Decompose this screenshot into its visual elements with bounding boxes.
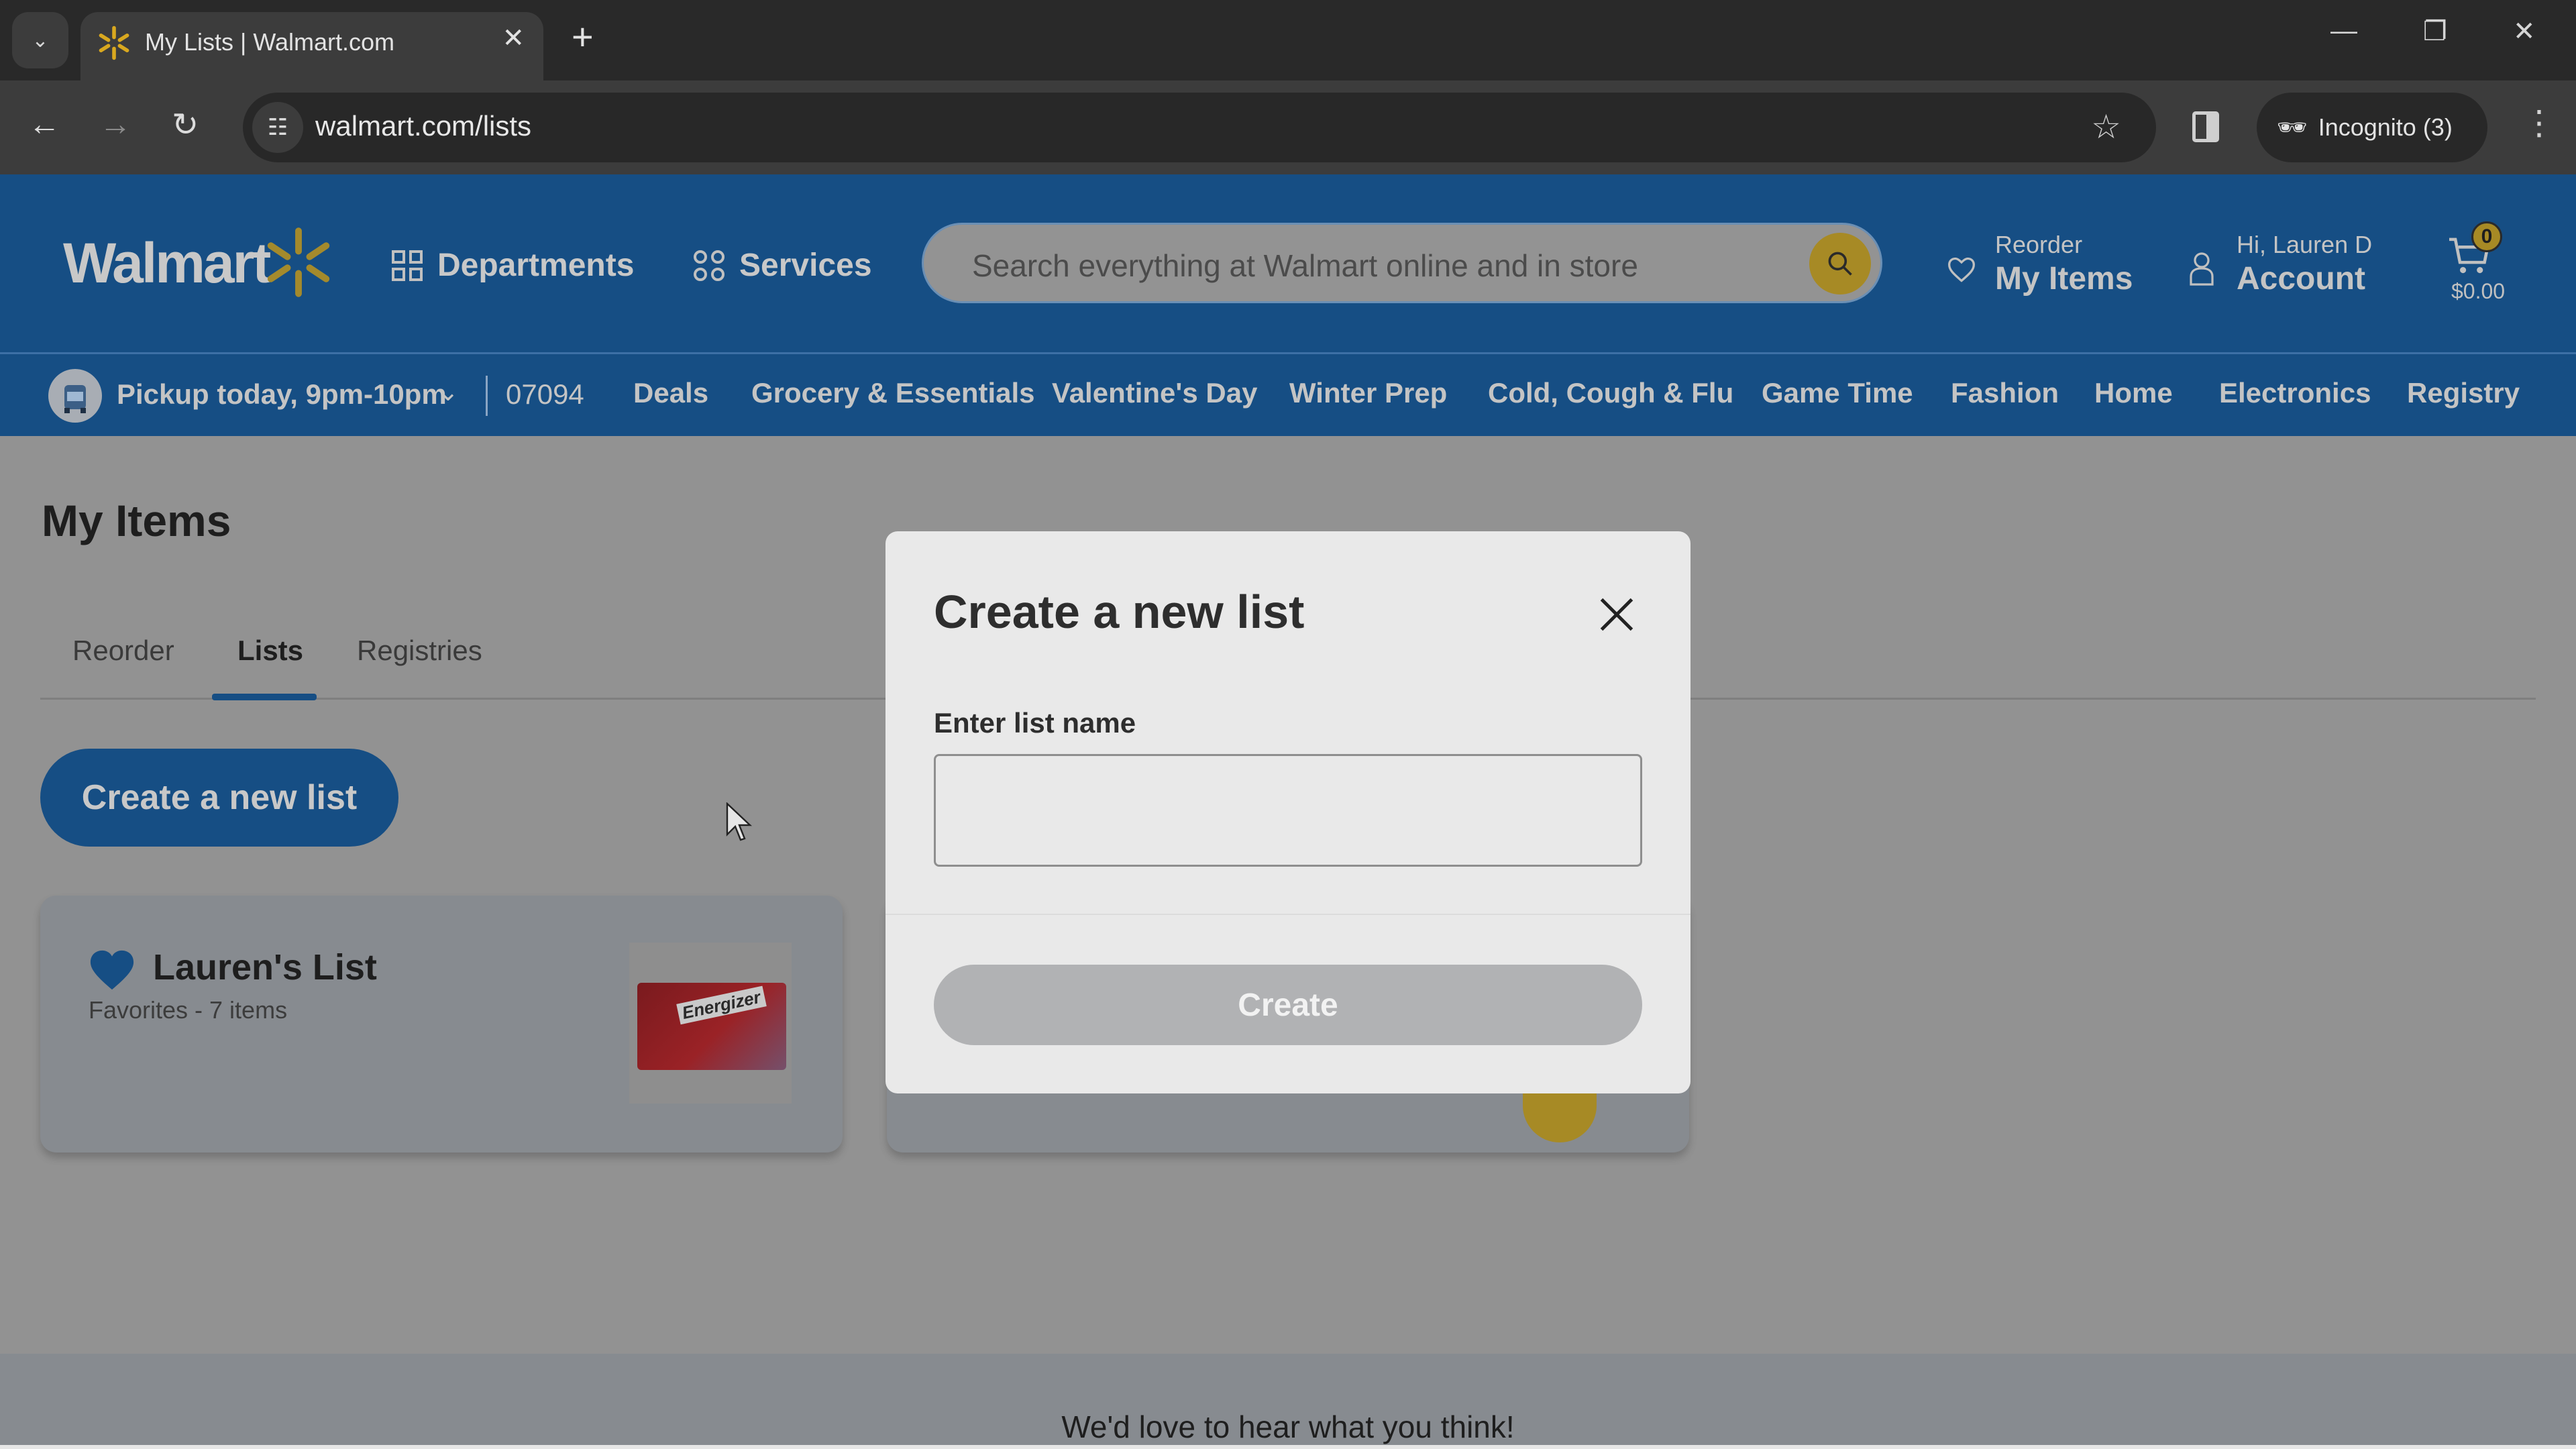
tab-reorder[interactable]: Reorder — [72, 635, 174, 667]
new-tab-button[interactable]: + — [572, 15, 594, 58]
search-bar[interactable]: Search everything at Walmart online and … — [922, 223, 1882, 303]
subnav-deals[interactable]: Deals — [633, 377, 708, 409]
list-card[interactable]: Lauren's List Favorites - 7 items Energi… — [40, 896, 843, 1152]
search-icon — [1828, 252, 1852, 276]
tab-lists[interactable]: Lists — [237, 635, 303, 667]
subnav-electronics[interactable]: Electronics — [2219, 377, 2371, 409]
search-input[interactable]: Search everything at Walmart online and … — [972, 248, 1638, 284]
site-info-icon[interactable]: ☷ — [252, 102, 303, 153]
tab-title: My Lists | Walmart.com — [145, 28, 395, 56]
browser-menu-icon[interactable]: ⋮ — [2522, 103, 2556, 142]
url-text[interactable]: walmart.com/lists — [315, 110, 531, 142]
my-items-label: My Items — [1995, 261, 2133, 297]
cart-total: $0.00 — [2451, 279, 2506, 303]
tab-registries[interactable]: Registries — [357, 635, 482, 667]
product-image: Energizer — [637, 983, 786, 1070]
browser-tab-bar: ⌄ My Lists | Walmart.com ✕ + — ❐ ✕ — [0, 0, 2576, 80]
reorder-my-items-link[interactable]: Reorder My Items — [1947, 231, 2133, 297]
restore-icon[interactable]: ❐ — [2423, 16, 2447, 47]
services-label: Services — [739, 248, 872, 283]
chevron-down-icon[interactable]: ⌄ — [437, 377, 459, 407]
heart-filled-icon — [90, 950, 134, 990]
subnav-winter-prep[interactable]: Winter Prep — [1289, 377, 1447, 409]
forward-icon[interactable]: → — [99, 106, 131, 143]
modal-divider — [885, 914, 1690, 915]
minimize-icon[interactable]: — — [2330, 16, 2357, 46]
subnav-valentines[interactable]: Valentine's Day — [1052, 377, 1257, 409]
modal-title: Create a new list — [934, 586, 1305, 638]
active-tab-indicator — [212, 694, 317, 700]
walmart-spark-logo-icon — [267, 227, 330, 297]
list-name[interactable]: Lauren's List — [153, 947, 377, 988]
create-button[interactable]: Create — [934, 965, 1642, 1045]
account-label: Account — [2237, 261, 2365, 297]
subnav-game-time[interactable]: Game Time — [1762, 377, 1913, 409]
address-bar[interactable]: ☷ walmart.com/lists ☆ — [243, 93, 2156, 162]
browser-toolbar: ← → ↻ ☷ walmart.com/lists ☆ 🕶 Incognito … — [0, 80, 2576, 174]
chevron-down-icon: ⌄ — [32, 29, 49, 52]
cart-count-badge: 0 — [2471, 221, 2502, 252]
footer-strip — [0, 1445, 2576, 1449]
user-icon — [2190, 252, 2214, 286]
reorder-small-label: Reorder — [1995, 231, 2083, 258]
list-name-input[interactable] — [934, 754, 1642, 867]
back-icon[interactable]: ← — [28, 106, 60, 143]
subnav-grocery[interactable]: Grocery & Essentials — [751, 377, 1035, 409]
close-icon[interactable] — [1597, 594, 1637, 635]
subnav-cold-flu[interactable]: Cold, Cough & Flu — [1488, 377, 1733, 409]
grid-icon — [392, 250, 423, 281]
incognito-label: Incognito (3) — [2318, 113, 2453, 141]
incognito-icon: 🕶 — [2277, 113, 2308, 141]
product-brand: Energizer — [676, 985, 767, 1025]
subnav-fashion[interactable]: Fashion — [1951, 377, 2059, 409]
reload-icon[interactable]: ↻ — [172, 106, 199, 144]
incognito-button[interactable]: 🕶 Incognito (3) — [2257, 93, 2487, 162]
sub-navigation: Pickup today, 9pm-10pm ⌄ 07094 Deals Gro… — [0, 352, 2576, 436]
subnav-registry[interactable]: Registry — [2407, 377, 2520, 409]
feedback-heading: We'd love to hear what you think! — [1061, 1409, 1515, 1444]
search-button[interactable] — [1809, 233, 1871, 294]
add-list-graphic — [1523, 1091, 1597, 1142]
create-new-list-button[interactable]: Create a new list — [40, 749, 398, 847]
window-close-icon[interactable]: ✕ — [2513, 16, 2536, 47]
pickup-selector[interactable]: Pickup today, 9pm-10pm — [117, 378, 447, 411]
divider — [486, 376, 488, 416]
account-link[interactable]: Hi, Lauren D Account — [2188, 231, 2372, 297]
walmart-spark-icon — [99, 25, 129, 60]
departments-label: Departments — [437, 248, 635, 283]
site-header: Walmart Departments Services Search ever… — [0, 174, 2576, 352]
subnav-home[interactable]: Home — [2094, 377, 2173, 409]
side-panel-icon[interactable] — [2192, 111, 2219, 142]
walmart-logo[interactable]: Walmart — [63, 231, 271, 296]
heart-outline-icon — [1948, 257, 1975, 282]
tab-search-button[interactable]: ⌄ — [12, 12, 68, 68]
services-button[interactable]: Services — [694, 247, 872, 284]
cart-button[interactable]: 0 $0.00 — [2442, 221, 2516, 309]
mouse-cursor-icon — [726, 802, 753, 841]
bookmark-star-icon[interactable]: ☆ — [2091, 107, 2121, 146]
departments-button[interactable]: Departments — [392, 247, 634, 284]
pickup-car-icon — [48, 369, 102, 423]
close-tab-icon[interactable]: ✕ — [502, 23, 525, 54]
list-thumbnail: Energizer — [629, 943, 792, 1104]
account-greeting: Hi, Lauren D — [2237, 231, 2373, 258]
create-list-modal: Create a new list Enter list name Create — [885, 531, 1690, 1093]
zip-code[interactable]: 07094 — [506, 378, 584, 411]
list-name-label: Enter list name — [934, 707, 1136, 739]
page-title: My Items — [42, 496, 231, 545]
browser-tab[interactable]: My Lists | Walmart.com ✕ — [80, 12, 543, 80]
list-meta: Favorites - 7 items — [89, 996, 288, 1024]
services-icon — [694, 250, 724, 281]
